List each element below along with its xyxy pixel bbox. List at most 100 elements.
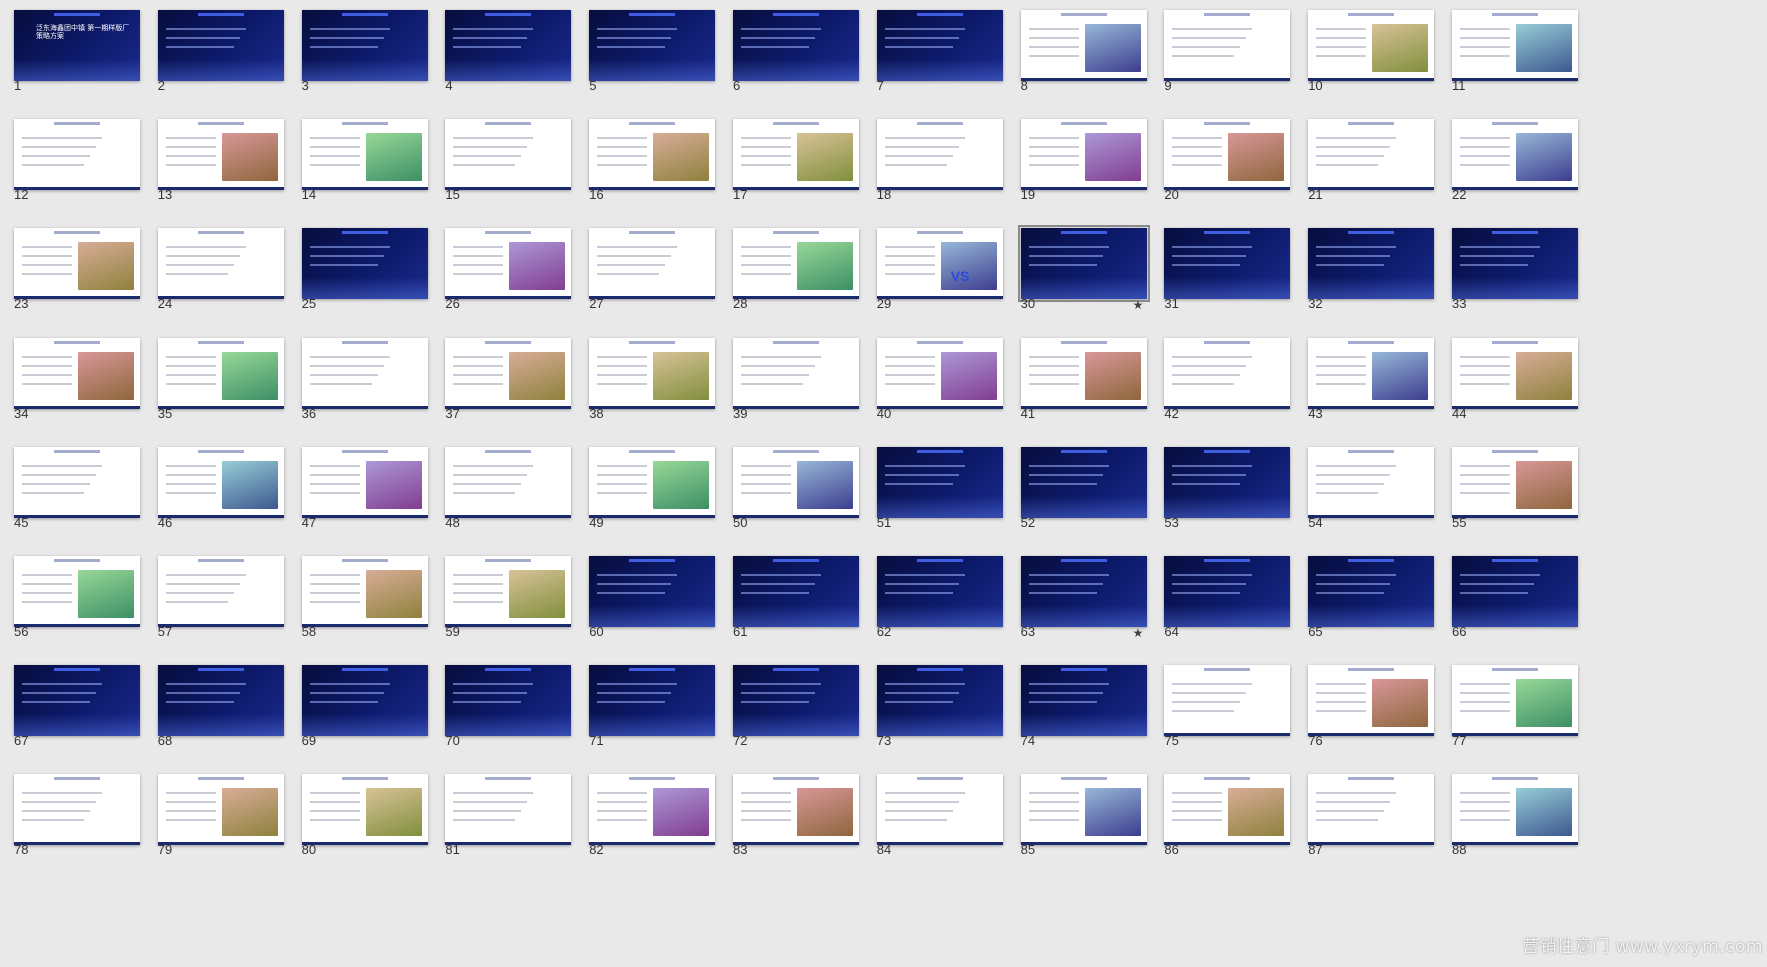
slide-thumbnail-26[interactable]: 26	[431, 218, 575, 341]
slide-header-bar	[916, 231, 963, 235]
slide-text-line	[1028, 683, 1109, 686]
slide-thumbnail-80[interactable]: 80	[288, 764, 432, 887]
slide-thumbnail-75[interactable]: 75	[1150, 655, 1294, 778]
slide-thumbnail-52[interactable]: 52	[1007, 437, 1151, 560]
slide-thumbnail-9[interactable]: 9	[1150, 0, 1294, 123]
slide-thumbnail-14[interactable]: 14	[288, 109, 432, 232]
slide-thumbnail-8[interactable]: 8	[1007, 0, 1151, 123]
slide-thumbnail-30[interactable]: 30 ★	[1007, 218, 1151, 341]
slide-thumbnail-27[interactable]: 27	[575, 218, 719, 341]
slide-thumbnail-41[interactable]: 41	[1007, 328, 1151, 451]
slide-thumbnail-58[interactable]: 58	[288, 546, 432, 669]
slide-thumbnail-73[interactable]: 73	[863, 655, 1007, 778]
slide-thumbnail-66[interactable]: 66	[1438, 546, 1582, 669]
slide-thumbnail-28[interactable]: 28	[719, 218, 863, 341]
slide-thumbnail-22[interactable]: 22	[1438, 109, 1582, 232]
slide-thumbnail-87[interactable]: 87	[1294, 764, 1438, 887]
slide-thumbnail-16[interactable]: 16	[575, 109, 719, 232]
slide-thumbnail-64[interactable]: 64	[1150, 546, 1294, 669]
animation-star-icon[interactable]: ★	[1133, 298, 1144, 312]
slide-thumbnail-84[interactable]: 84	[863, 764, 1007, 887]
slide-thumbnail-35[interactable]: 35	[144, 328, 288, 451]
slide-thumbnail-68[interactable]: 68	[144, 655, 288, 778]
slide-thumbnail-82[interactable]: 82	[575, 764, 719, 887]
slide-thumbnail-86[interactable]: 86	[1150, 764, 1294, 887]
slide-thumbnail-67[interactable]: 67	[0, 655, 144, 778]
slide-thumbnail-13[interactable]: 13	[144, 109, 288, 232]
slide-thumbnail-24[interactable]: 24	[144, 218, 288, 341]
slide-thumbnail-54[interactable]: 54	[1294, 437, 1438, 560]
slide-thumbnail-12[interactable]: 12	[0, 109, 144, 232]
slide-thumbnail-18[interactable]: 18	[863, 109, 1007, 232]
slide-thumbnail-4[interactable]: 4	[431, 0, 575, 123]
slide-thumbnail-2[interactable]: 2	[144, 0, 288, 123]
slide-thumbnail-38[interactable]: 38	[575, 328, 719, 451]
slide-image	[797, 242, 853, 291]
slide-thumbnail-60[interactable]: 60	[575, 546, 719, 669]
slide-thumbnail-25[interactable]: 25	[288, 218, 432, 341]
slide-thumbnail-57[interactable]: 57	[144, 546, 288, 669]
slide-thumbnail-48[interactable]: 48	[431, 437, 575, 560]
animation-star-icon[interactable]: ★	[1133, 626, 1144, 640]
slide-thumbnail-76[interactable]: 76	[1294, 655, 1438, 778]
slide-thumbnail-53[interactable]: 53	[1150, 437, 1294, 560]
slide-thumbnail-61[interactable]: 61	[719, 546, 863, 669]
slide-text-line	[1316, 155, 1385, 158]
slide-text-line	[1172, 692, 1247, 695]
slide-thumbnail-56[interactable]: 56	[0, 546, 144, 669]
slide-thumbnail-77[interactable]: 77	[1438, 655, 1582, 778]
slide-thumbnail-31[interactable]: 31	[1150, 218, 1294, 341]
slide-thumbnail-63[interactable]: 63 ★	[1007, 546, 1151, 669]
slide-thumbnail-65[interactable]: 65	[1294, 546, 1438, 669]
slide-thumbnail-83[interactable]: 83	[719, 764, 863, 887]
slide-thumbnail-43[interactable]: 43	[1294, 328, 1438, 451]
slide-thumbnail-78[interactable]: 78	[0, 764, 144, 887]
slide-thumbnail-42[interactable]: 42	[1150, 328, 1294, 451]
slide-thumbnail-62[interactable]: 62	[863, 546, 1007, 669]
slide-thumbnail-85[interactable]: 85	[1007, 764, 1151, 887]
slide-text-line	[1172, 801, 1223, 804]
slide-text-line	[1460, 801, 1510, 804]
slide-thumbnail-79[interactable]: 79	[144, 764, 288, 887]
slide-thumbnail-11[interactable]: 11	[1438, 0, 1582, 123]
slide-thumbnail-23[interactable]: 23	[0, 218, 144, 341]
slide-thumbnail-3[interactable]: 3	[288, 0, 432, 123]
slide-thumbnail-7[interactable]: 7	[863, 0, 1007, 123]
slide-thumbnail-51[interactable]: 51	[863, 437, 1007, 560]
slide-thumbnail-33[interactable]: 33	[1438, 218, 1582, 341]
slide-thumbnail-74[interactable]: 74	[1007, 655, 1151, 778]
slide-thumbnail-36[interactable]: 36	[288, 328, 432, 451]
slide-thumbnail-72[interactable]: 72	[719, 655, 863, 778]
slide-thumbnail-1[interactable]: 泛东海鑫团中镇 第一期样版厂 策略方案 1	[0, 0, 144, 123]
slide-thumbnail-81[interactable]: 81	[431, 764, 575, 887]
slide-thumbnail-20[interactable]: 20	[1150, 109, 1294, 232]
slide-thumbnail-70[interactable]: 70	[431, 655, 575, 778]
slide-thumbnail-71[interactable]: 71	[575, 655, 719, 778]
slide-thumbnail-88[interactable]: 88	[1438, 764, 1582, 887]
slide-text-line	[884, 28, 965, 30]
slide-thumbnail-47[interactable]: 47	[288, 437, 432, 560]
slide-thumbnail-40[interactable]: 40	[863, 328, 1007, 451]
slide-thumbnail-21[interactable]: 21	[1294, 109, 1438, 232]
slide-thumbnail-15[interactable]: 15	[431, 109, 575, 232]
slide-thumbnail-55[interactable]: 55	[1438, 437, 1582, 560]
slide-thumbnail-10[interactable]: 10	[1294, 0, 1438, 123]
slide-thumbnail-45[interactable]: 45	[0, 437, 144, 560]
slide-thumbnail-39[interactable]: 39	[719, 328, 863, 451]
slide-thumbnail-59[interactable]: 59	[431, 546, 575, 669]
slide-thumbnail-29[interactable]: VS 29	[863, 218, 1007, 341]
slide-text-line	[165, 364, 216, 367]
slide-thumbnail-17[interactable]: 17	[719, 109, 863, 232]
slide-thumbnail-19[interactable]: 19	[1007, 109, 1151, 232]
slide-thumbnail-69[interactable]: 69	[288, 655, 432, 778]
slide-thumbnail-44[interactable]: 44	[1438, 328, 1582, 451]
slide-thumbnail-37[interactable]: 37	[431, 328, 575, 451]
slide-thumbnail-6[interactable]: 6	[719, 0, 863, 123]
slide-thumbnail-34[interactable]: 34	[0, 328, 144, 451]
slide-thumbnail-32[interactable]: 32	[1294, 218, 1438, 341]
slide-thumbnail-50[interactable]: 50	[719, 437, 863, 560]
slide-thumbnail-46[interactable]: 46	[144, 437, 288, 560]
slide-thumbnail-5[interactable]: 5	[575, 0, 719, 123]
slide-thumbnail-49[interactable]: 49	[575, 437, 719, 560]
slide-text-line	[1460, 710, 1510, 713]
